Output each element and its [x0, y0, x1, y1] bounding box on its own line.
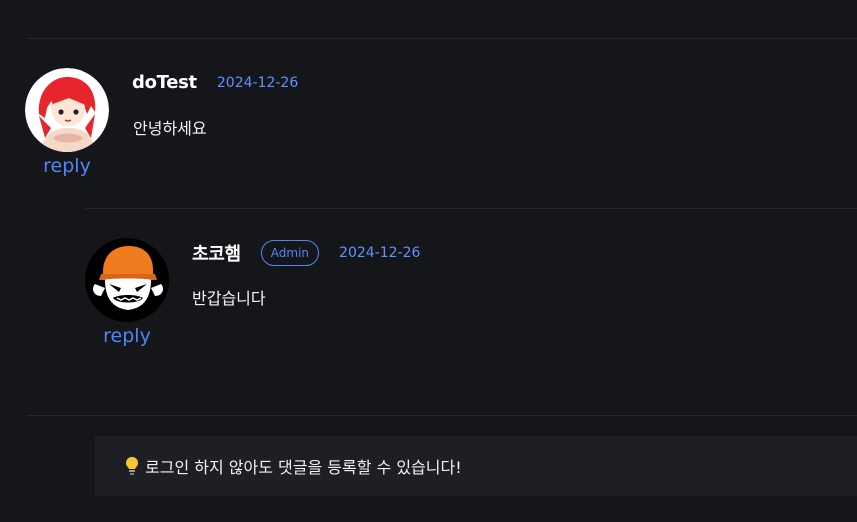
bottom-divider [27, 415, 857, 416]
admin-badge: Admin [260, 240, 320, 266]
comment-author: doTest [132, 72, 197, 93]
notice-text: 로그인 하지 않아도 댓글을 등록할 수 있습니다! [145, 458, 462, 477]
red-hair-girl-icon [25, 68, 109, 152]
comment-date: 2024-12-26 [216, 74, 299, 91]
reply-link[interactable]: reply [85, 325, 169, 347]
comments-section: reply doTest 2024-12-26 안녕하세요 reply 초코햄 … [0, 0, 857, 522]
lightbulb-icon [126, 457, 138, 475]
login-notice: 로그인 하지 않아도 댓글을 등록할 수 있습니다! [95, 436, 857, 496]
comment-meta: 초코햄 Admin 2024-12-26 [192, 240, 420, 266]
comment-text: 반갑습니다 [192, 289, 266, 308]
reply-link[interactable]: reply [25, 155, 109, 177]
comment-date: 2024-12-26 [339, 245, 421, 261]
top-divider [27, 38, 857, 39]
comment-text: 안녕하세요 [133, 119, 207, 138]
avatar [85, 238, 169, 322]
monkey-orange-cap-icon [85, 238, 169, 322]
reply-divider [85, 208, 857, 209]
comment-author: 초코햄 [192, 244, 241, 265]
avatar [25, 68, 109, 152]
comment-meta: doTest 2024-12-26 [132, 72, 298, 93]
